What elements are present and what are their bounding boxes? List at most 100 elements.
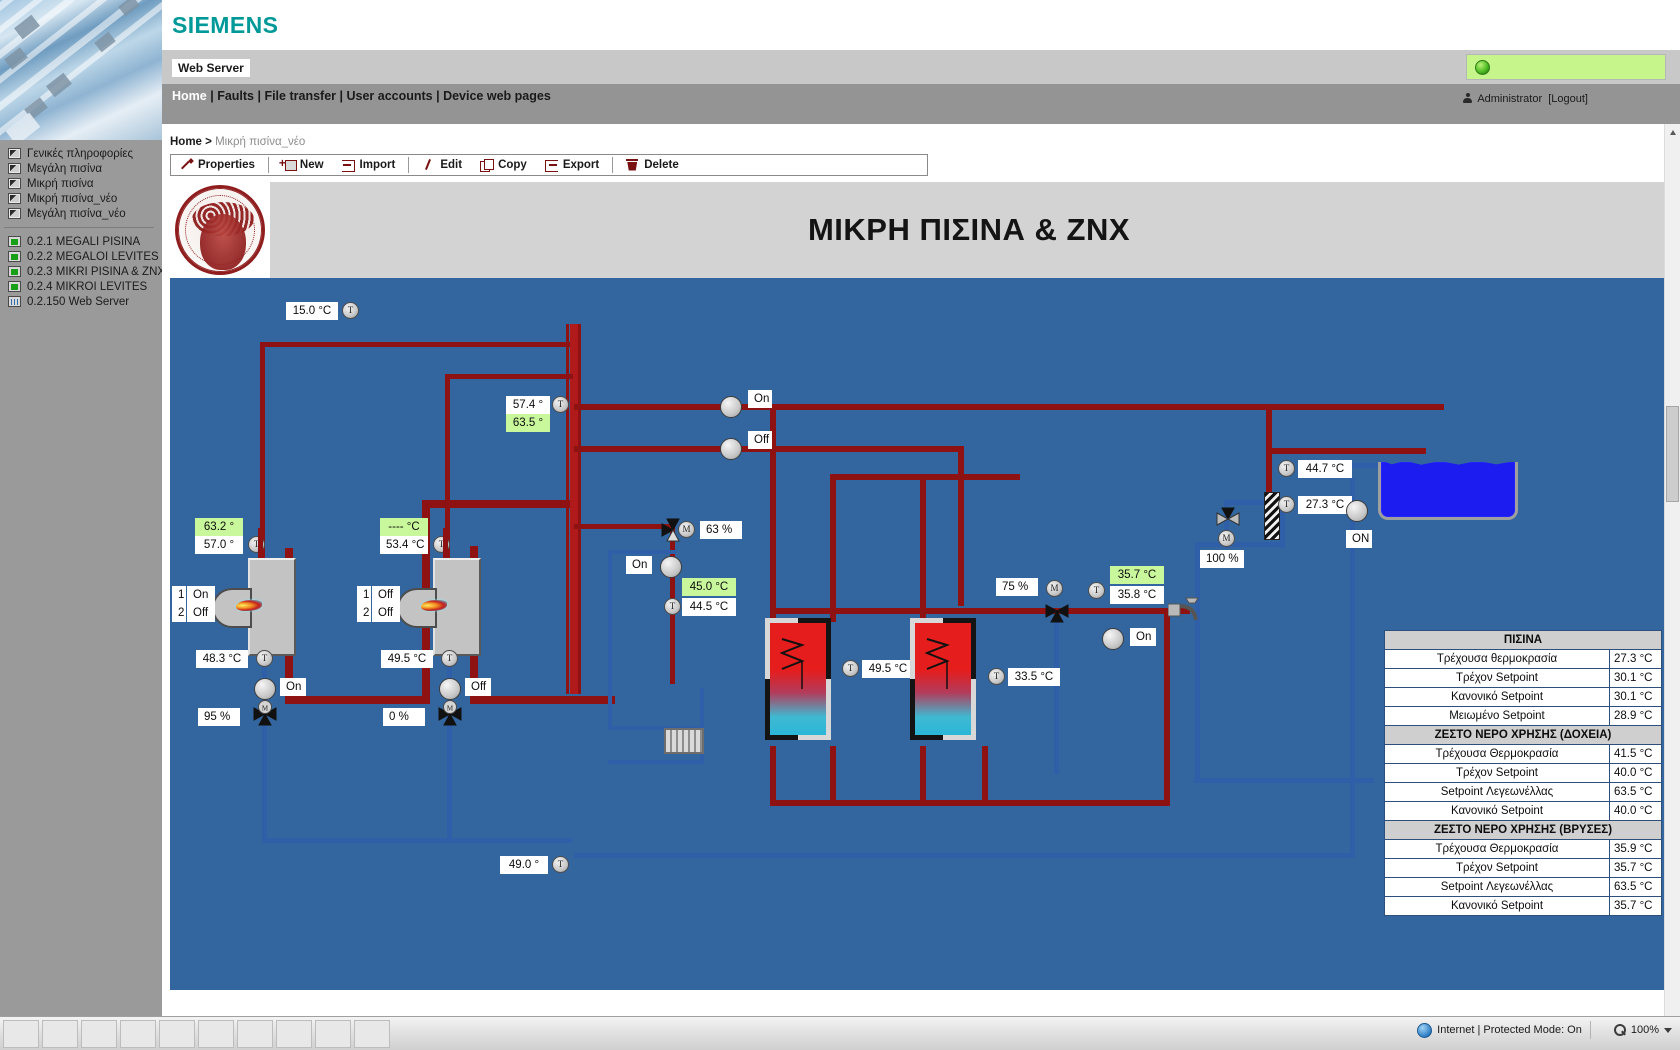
- boiler2-mixing-valve[interactable]: M: [435, 700, 462, 726]
- pipe-radiator-return: [608, 760, 704, 764]
- chevron-down-icon[interactable]: [1664, 1027, 1672, 1033]
- sidebar-item-mikri-pisina[interactable]: Μικρή πισίνα: [0, 176, 162, 191]
- heating-temp-sensor-icon: T: [664, 598, 681, 615]
- taskbar-button[interactable]: [42, 1019, 78, 1048]
- nav-faults[interactable]: Faults: [217, 89, 254, 103]
- breadcrumb: Home > Μικρή πισίνα_νέο: [170, 136, 305, 148]
- sidebar-device-mikroi-levites[interactable]: 0.2.4 MIKROI LEVITES: [0, 279, 162, 294]
- pool-circulation-pump[interactable]: [1346, 500, 1368, 522]
- scroll-up-arrow-icon[interactable]: [1665, 124, 1680, 140]
- pipe-header-upper: [574, 404, 1444, 410]
- pipe-collector-riser: [1164, 608, 1170, 806]
- sidebar-item-megali-pisina[interactable]: Μεγάλη πισίνα: [0, 161, 162, 176]
- import-label: Import: [359, 159, 396, 171]
- taskbar-button[interactable]: [120, 1019, 156, 1048]
- sidebar-item-label: Μεγάλη πισίνα_νέο: [27, 207, 126, 220]
- picture-icon: [8, 193, 21, 204]
- boiler1-return-sensor-icon: T: [256, 650, 273, 667]
- taskbar-button[interactable]: [237, 1019, 273, 1048]
- crest-seal-icon: [175, 185, 265, 275]
- row-key: Τρέχον Setpoint: [1384, 858, 1610, 878]
- row-value: 40.0 °C: [1609, 763, 1662, 783]
- page-vertical-scrollbar[interactable]: [1664, 124, 1680, 1034]
- zoom-level[interactable]: 100%: [1631, 1024, 1659, 1036]
- import-button[interactable]: Import: [333, 155, 405, 175]
- sidebar-device-megaloi-levites[interactable]: 0.2.2 MEGALOI LEVITES: [0, 249, 162, 264]
- sidebar-item-mikri-pisina-neo[interactable]: Μικρή πισίνα_νέο: [0, 191, 162, 206]
- plc-icon: [8, 236, 21, 247]
- taskbar-button[interactable]: [3, 1019, 39, 1048]
- heating-pump[interactable]: [660, 556, 682, 578]
- nav-device-web-pages[interactable]: Device web pages: [443, 89, 551, 103]
- pool-water-surface: [1381, 460, 1515, 465]
- taskbar-button[interactable]: [354, 1019, 390, 1048]
- group-title: ΖΕΣΤΟ ΝΕΡΟ ΧΡΗΣΗΣ (ΒΡΥΣΕΣ): [1384, 820, 1662, 840]
- edit-button[interactable]: Edit: [413, 155, 471, 175]
- dhw-mixing-valve[interactable]: [1042, 600, 1069, 626]
- sidebar-device-web-server[interactable]: 0.2.150 Web Server: [0, 294, 162, 309]
- delete-button[interactable]: Delete: [617, 155, 688, 175]
- boiler2-pump[interactable]: [439, 678, 461, 700]
- internet-zone-icon: [1417, 1022, 1433, 1038]
- sidebar-device-label: 0.2.3 MIKRI PISINA & ZNX: [27, 265, 166, 278]
- sidebar-divider: [4, 227, 154, 228]
- table-row: Τρέχουσα Θερμοκρασία 41.5 °C: [1384, 744, 1662, 764]
- sidebar-device-megali-pisina[interactable]: 0.2.1 MEGALI PISINA: [0, 234, 162, 249]
- boiler1-flow-temp-label: 57.0 °: [195, 536, 243, 554]
- header-pump-mid[interactable]: [720, 438, 742, 460]
- sidebar-device-label: 0.2.1 MEGALI PISINA: [27, 235, 141, 248]
- copy-button[interactable]: Copy: [471, 155, 536, 175]
- header-pump-top[interactable]: [720, 396, 742, 418]
- dhw-recirculation-pump[interactable]: [1102, 628, 1124, 650]
- header-banner-image: [0, 0, 162, 140]
- boiler1-mixing-valve[interactable]: M: [250, 700, 277, 726]
- heating-valve-actuator-icon: M: [678, 521, 695, 538]
- webserver-title: Web Server: [172, 59, 250, 77]
- heating-valve-position: 63 %: [700, 521, 742, 539]
- pool-mixing-valve[interactable]: [1213, 506, 1240, 532]
- boiler1-stage1-index: 1: [172, 586, 186, 604]
- pencil-icon: [422, 159, 435, 172]
- zoom-icon[interactable]: [1613, 1023, 1627, 1037]
- boiler1-pump[interactable]: [254, 678, 276, 700]
- breadcrumb-root[interactable]: Home: [170, 136, 202, 148]
- vscroll-thumb[interactable]: [1666, 406, 1679, 502]
- hx-primary-temp-label: 44.7 °C: [1298, 460, 1352, 478]
- edit-label: Edit: [440, 159, 463, 171]
- tank2-temperature-sensor-icon: T: [988, 668, 1005, 685]
- properties-button[interactable]: Properties: [171, 155, 264, 175]
- taskbar-button[interactable]: [315, 1019, 351, 1048]
- trash-icon: [626, 158, 639, 172]
- pipe-pool-hx-hot-h: [1266, 448, 1426, 454]
- taskbar-button[interactable]: [276, 1019, 312, 1048]
- export-button[interactable]: Export: [536, 155, 608, 175]
- boiler1-setpoint-label: 63.2 °: [195, 518, 243, 536]
- pipe-pool-hx-hot: [1266, 404, 1272, 504]
- row-value: 30.1 °C: [1609, 687, 1662, 707]
- table-row: Μειωμένο Setpoint 28.9 °C: [1384, 706, 1662, 726]
- breadcrumb-separator: >: [205, 136, 212, 148]
- status-data-table: ΠΙΣΙΝΑ Τρέχουσα θερμοκρασία 27.3 °C Τρέχ…: [1384, 630, 1662, 916]
- taskbar-button[interactable]: [159, 1019, 195, 1048]
- sidebar-device-mikri-pisina-znx[interactable]: 0.2.3 MIKRI PISINA & ZNX: [0, 264, 166, 279]
- outside-temperature-label: 15.0 °C: [286, 302, 338, 320]
- table-row: Τρέχον Setpoint 35.7 °C: [1384, 858, 1662, 878]
- taskbar-button[interactable]: [198, 1019, 234, 1048]
- taskbar-button[interactable]: [81, 1019, 117, 1048]
- boiler2-valve-position: 0 %: [383, 708, 425, 726]
- sidebar-item-general-info[interactable]: Γενικές πληροφορίες: [0, 146, 162, 161]
- pipe-main-riser-edge: [578, 324, 581, 694]
- page-title: ΜΙΚΡΗ ΠΙΣΙΝΑ & ΖΝΧ: [807, 212, 1131, 247]
- pool-return-sensor-icon: T: [552, 856, 569, 873]
- logout-link[interactable]: [Logout]: [1548, 93, 1588, 105]
- nav-home[interactable]: Home: [172, 89, 207, 103]
- pipe-header-lower-drop: [958, 446, 964, 606]
- new-button[interactable]: New: [273, 155, 333, 175]
- sidebar-item-megali-pisina-neo[interactable]: Μεγάλη πισίνα_νέο: [0, 206, 162, 221]
- pipe-main-riser: [570, 324, 578, 694]
- nav-file-transfer[interactable]: File transfer: [264, 89, 336, 103]
- row-key: Τρέχον Setpoint: [1384, 668, 1610, 688]
- nav-user-accounts[interactable]: User accounts: [346, 89, 432, 103]
- table-row: Κανονικό Setpoint 40.0 °C: [1384, 801, 1662, 821]
- sidebar-item-label: Μεγάλη πισίνα: [27, 162, 102, 175]
